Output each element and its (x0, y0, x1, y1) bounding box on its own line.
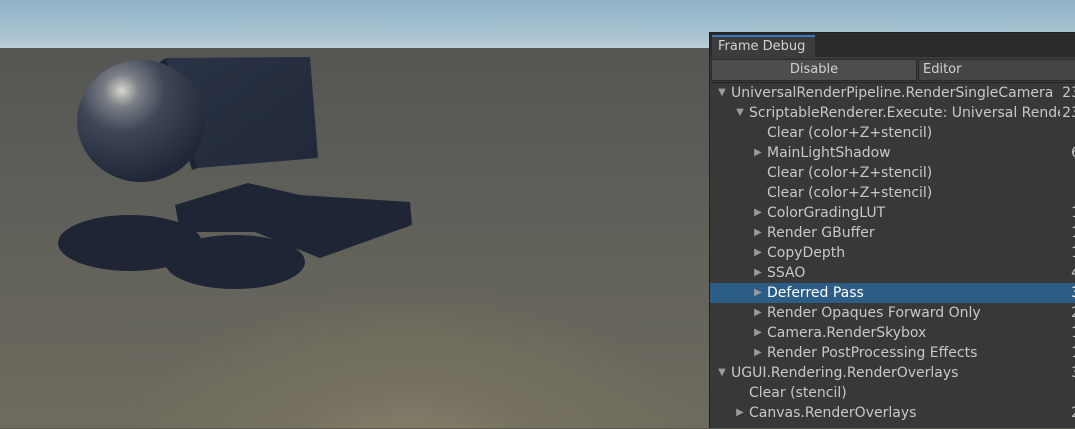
target-dropdown[interactable]: Editor (918, 59, 1075, 81)
tree-row-label: MainLightShadow (767, 145, 891, 161)
tree-row-label: Render Opaques Forward Only (767, 305, 981, 321)
tree-row-label: Clear (stencil) (749, 385, 847, 401)
expand-arrow-down-icon[interactable]: ▼ (716, 83, 728, 103)
sphere-object (77, 60, 205, 182)
draw-call-count: 23 (1060, 83, 1075, 103)
expand-arrow-right-icon[interactable]: ▶ (752, 263, 764, 283)
draw-call-count: 1 (1069, 343, 1075, 363)
draw-call-count: 1 (1069, 323, 1075, 343)
tree-row[interactable]: ▶ColorGradingLUT 1 (710, 203, 1075, 223)
disable-button[interactable]: Disable (711, 59, 917, 81)
expand-arrow-right-icon[interactable]: ▶ (752, 323, 764, 343)
tab-bar: Frame Debug (710, 33, 1075, 57)
tree-row-label: Render PostProcessing Effects (767, 345, 978, 361)
tree-row-label: Clear (color+Z+stencil) (767, 185, 933, 201)
tree-row[interactable]: Clear (color+Z+stencil) (710, 163, 1075, 183)
tree-row-label: UniversalRenderPipeline.RenderSingleCame… (731, 85, 1054, 101)
tree-row[interactable]: Clear (stencil) (710, 383, 1075, 403)
tree-row-label: CopyDepth (767, 245, 846, 261)
tree-row-label: Render GBuffer (767, 225, 875, 241)
shadow-group (58, 183, 412, 289)
tree-row-label: Clear (color+Z+stencil) (767, 125, 933, 141)
tree-row[interactable]: ▶Render GBuffer 1 (710, 223, 1075, 243)
draw-call-count: 6 (1069, 143, 1075, 163)
tree-row[interactable]: ▼UGUI.Rendering.RenderOverlays 3 (710, 363, 1075, 383)
expand-arrow-right-icon[interactable]: ▶ (752, 223, 764, 243)
tree-row[interactable]: Clear (color+Z+stencil) (710, 183, 1075, 203)
tab-frame-debug[interactable]: Frame Debug (712, 35, 816, 57)
tree-row-label: ColorGradingLUT (767, 205, 886, 221)
draw-call-count: 1 (1069, 223, 1075, 243)
draw-call-count: 2 (1069, 303, 1075, 323)
tree-row[interactable]: Clear (color+Z+stencil) (710, 123, 1075, 143)
expand-arrow-right-icon[interactable]: ▶ (752, 303, 764, 323)
tree-row-label: Deferred Pass (767, 285, 864, 301)
expand-arrow-down-icon[interactable]: ▼ (734, 103, 746, 123)
draw-call-count: 2 (1069, 403, 1075, 423)
tree-row[interactable]: ▶Render Opaques Forward Only 2 (710, 303, 1075, 323)
tree-row[interactable]: ▶Deferred Pass 3 (710, 283, 1075, 303)
expand-arrow-down-icon[interactable]: ▼ (716, 363, 728, 383)
tree-row-label: Canvas.RenderOverlays (749, 405, 917, 421)
tree-row[interactable]: ▼ UniversalRenderPipeline.RenderSingleCam… (710, 83, 1075, 103)
tree-row-label: Clear (color+Z+stencil) (767, 165, 933, 181)
frame-debug-window: Frame Debug Disable Editor ▼ UniversalRen… (709, 32, 1075, 428)
expand-arrow-right-icon[interactable]: ▶ (752, 143, 764, 163)
tree-row-label: SSAO (767, 265, 806, 281)
expand-arrow-right-icon[interactable]: ▶ (752, 243, 764, 263)
draw-call-count: 3 (1069, 363, 1075, 383)
tree-row-label: ScriptableRenderer.Execute: Universal Re… (749, 105, 1075, 121)
draw-call-count: 23 (1060, 103, 1075, 123)
draw-call-count: 3 (1069, 283, 1075, 303)
draw-call-count: 1 (1069, 243, 1075, 263)
expand-arrow-right-icon[interactable]: ▶ (752, 343, 764, 363)
draw-call-count: 4 (1069, 263, 1075, 283)
tree-row[interactable]: ▶Camera.RenderSkybox 1 (710, 323, 1075, 343)
expand-arrow-right-icon[interactable]: ▶ (752, 283, 764, 303)
expand-arrow-right-icon[interactable]: ▶ (752, 203, 764, 223)
expand-arrow-right-icon[interactable]: ▶ (734, 403, 746, 423)
tree-row-label: UGUI.Rendering.RenderOverlays (731, 365, 959, 381)
draw-call-count: 1 (1069, 203, 1075, 223)
tree-row[interactable]: ▶MainLightShadow 6 (710, 143, 1075, 163)
tree-row-label: Camera.RenderSkybox (767, 325, 927, 341)
event-hierarchy-tree: ▼ UniversalRenderPipeline.RenderSingleCam… (710, 83, 1075, 429)
tree-row[interactable]: ▼ ScriptableRenderer.Execute: Universal R… (710, 103, 1075, 123)
tree-row[interactable]: ▶SSAO 4 (710, 263, 1075, 283)
frame-debug-toolbar: Disable Editor (710, 58, 1075, 83)
tree-row[interactable]: ▶Render PostProcessing Effects 1 (710, 343, 1075, 363)
tree-row[interactable]: ▶Canvas.RenderOverlays 2 (710, 403, 1075, 423)
tree-row[interactable]: ▶CopyDepth 1 (710, 243, 1075, 263)
